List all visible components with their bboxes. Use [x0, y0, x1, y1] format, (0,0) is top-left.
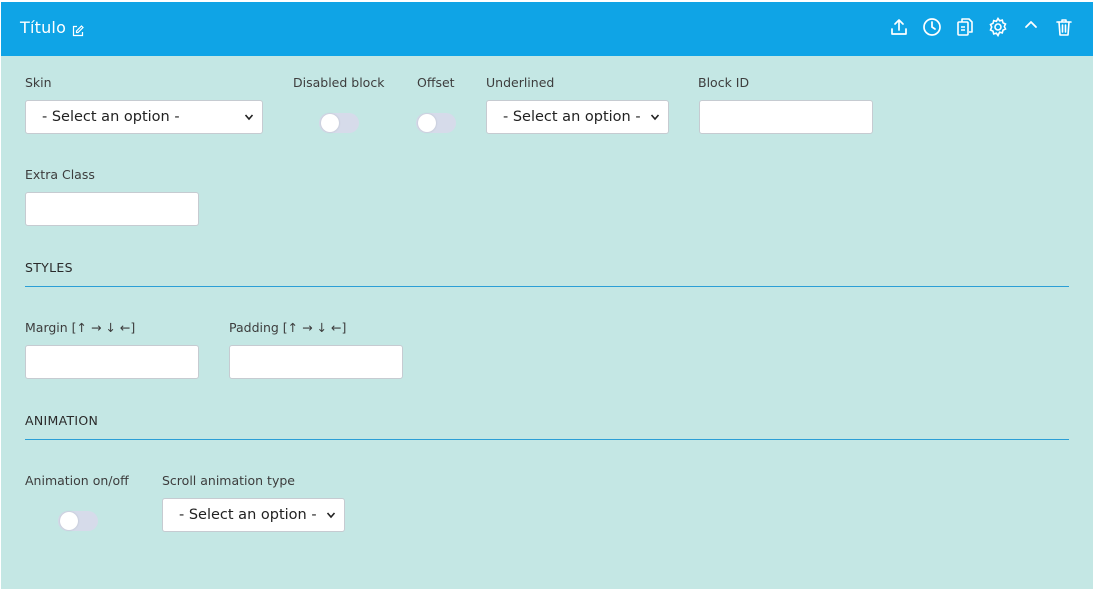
toggle-knob	[321, 114, 339, 132]
padding-label: Padding [↑ → ↓ ←]	[229, 320, 347, 335]
block-title: Título	[20, 18, 67, 37]
collapse-icon[interactable]	[1021, 16, 1041, 38]
scroll-animation-label: Scroll animation type	[162, 473, 295, 488]
skin-select[interactable]: - Select an option -	[25, 100, 263, 134]
chevron-down-icon	[326, 512, 336, 519]
export-icon[interactable]	[889, 16, 909, 38]
block-header: Título	[1, 2, 1093, 56]
scroll-animation-select[interactable]: - Select an option -	[162, 498, 345, 532]
margin-input[interactable]	[25, 345, 199, 379]
toggle-knob	[60, 512, 78, 530]
underlined-select[interactable]: - Select an option -	[486, 100, 669, 134]
styles-divider	[25, 286, 1069, 287]
underlined-select-value: - Select an option -	[503, 109, 641, 125]
chevron-down-icon	[650, 114, 660, 121]
toggle-knob	[418, 114, 436, 132]
animation-section-title: ANIMATION	[25, 413, 99, 428]
margin-label: Margin [↑ → ↓ ←]	[25, 320, 136, 335]
block-settings-panel: Título Skin - Select an option - Disable…	[1, 2, 1093, 589]
offset-toggle[interactable]	[416, 113, 456, 133]
animation-toggle[interactable]	[58, 511, 98, 531]
disabled-block-label: Disabled block	[293, 75, 385, 90]
title-wrap: Título	[20, 18, 84, 37]
extra-class-label: Extra Class	[25, 167, 95, 182]
copy-icon[interactable]	[955, 16, 975, 38]
disabled-block-toggle[interactable]	[319, 113, 359, 133]
edit-title-icon[interactable]	[72, 22, 84, 36]
padding-input[interactable]	[229, 345, 403, 379]
block-id-input[interactable]	[699, 100, 873, 134]
delete-icon[interactable]	[1054, 16, 1074, 38]
animation-divider	[25, 439, 1069, 440]
underlined-label: Underlined	[486, 75, 555, 90]
animation-toggle-label: Animation on/off	[25, 473, 129, 488]
scroll-animation-select-value: - Select an option -	[179, 507, 317, 523]
history-icon[interactable]	[922, 16, 942, 38]
offset-label: Offset	[417, 75, 455, 90]
header-toolbar	[889, 16, 1074, 38]
styles-section-title: STYLES	[25, 260, 73, 275]
block-id-label: Block ID	[698, 75, 750, 90]
extra-class-input[interactable]	[25, 192, 199, 226]
settings-icon[interactable]	[988, 16, 1008, 38]
skin-label: Skin	[25, 75, 52, 90]
chevron-down-icon	[244, 114, 254, 121]
skin-select-value: - Select an option -	[42, 109, 180, 125]
